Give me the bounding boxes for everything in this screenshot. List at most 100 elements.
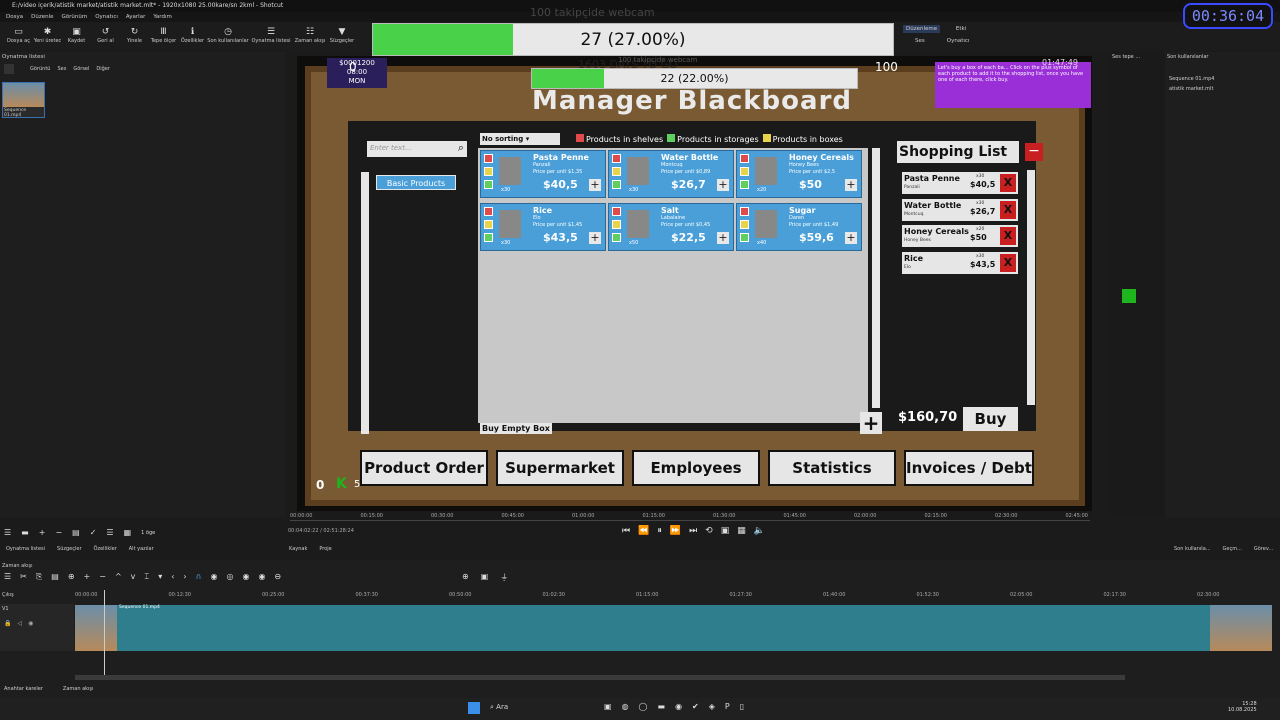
tab-statistics[interactable]: Statistics	[768, 450, 896, 486]
clear-list-icon[interactable]: −	[1025, 143, 1043, 161]
video-clip[interactable]: Sequence 01.mp4	[75, 605, 1272, 651]
menu-file[interactable]: Dosya	[6, 12, 23, 22]
taskbar-clock[interactable]: 15:28 10.08.2025	[1228, 701, 1257, 713]
cut-icon[interactable]: ✂	[20, 572, 27, 582]
properties-button[interactable]: ℹ Özellikler	[178, 22, 207, 50]
minus-icon[interactable]: −	[55, 528, 62, 538]
open-file-button[interactable]: ▭ Dosya aç	[4, 22, 33, 50]
remove-item-button[interactable]: X	[1000, 253, 1016, 272]
tab-filters[interactable]: Süzgeçler	[57, 546, 82, 552]
zoom-out-icon[interactable]: ⊖	[274, 572, 281, 582]
add-to-list-button[interactable]: +	[589, 232, 601, 244]
zoom-fit-icon[interactable]: ▣	[481, 572, 489, 583]
menu-view[interactable]: Görünüm	[61, 12, 87, 22]
tab-project[interactable]: Proje	[319, 546, 331, 552]
marker-icon[interactable]: ▾	[158, 572, 162, 582]
playlist-tab-other[interactable]: Diğer	[96, 66, 110, 72]
grid-scrollbar[interactable]	[872, 148, 880, 408]
recent-button[interactable]: ◷ Son kullanılanlar	[207, 22, 249, 50]
shopping-scrollbar[interactable]	[1027, 170, 1035, 405]
ripple-all-icon[interactable]: ◉	[242, 572, 249, 582]
layout-tab-audio[interactable]: Ses	[915, 38, 925, 44]
add-to-list-button[interactable]: +	[845, 179, 857, 191]
playlist-tab-video[interactable]: Görüntü	[30, 66, 50, 72]
rewind-icon[interactable]: ⏪	[638, 526, 649, 536]
new-generator-button[interactable]: ✱ Yeni üretec	[33, 22, 62, 50]
remove-item-button[interactable]: X	[1000, 227, 1016, 245]
tab-playlist[interactable]: Oynatma listesi	[6, 546, 45, 552]
add-to-list-button[interactable]: +	[845, 232, 857, 244]
tab-jobs[interactable]: Görev...	[1254, 546, 1273, 552]
recent-item[interactable]: Sequence 01.mp4	[1169, 76, 1214, 82]
premiere-icon[interactable]: P	[725, 702, 730, 711]
lift-icon[interactable]: ^	[115, 572, 122, 582]
track-header-v1[interactable]: V1 🔒 ◁ ◉	[0, 604, 74, 651]
tab-subtitles[interactable]: Alt yazılar	[129, 546, 154, 552]
timeline-add-icon[interactable]: +	[84, 572, 91, 582]
add-icon[interactable]: +	[39, 528, 46, 538]
menu-edit[interactable]: Düzenle	[31, 12, 53, 22]
opera-icon[interactable]: ◯	[639, 702, 648, 711]
tiles-view-icon[interactable]: ▦	[124, 528, 132, 538]
remove-item-button[interactable]: X	[1000, 174, 1016, 192]
layout-tab-player[interactable]: Oynatıcı	[947, 38, 970, 44]
zoom-in-icon[interactable]: ⊕	[462, 572, 469, 583]
playlist-tab-audio[interactable]: Ses	[57, 66, 66, 72]
playlist-button[interactable]: ☰ Oynatma listesi	[249, 22, 293, 50]
explorer-icon[interactable]: ▬	[658, 702, 666, 711]
timeline-button[interactable]: ☷ Zaman akışı	[293, 22, 327, 50]
add-to-list-button[interactable]: +	[589, 179, 601, 191]
update-icon[interactable]: ▤	[72, 528, 80, 538]
fast-forward-icon[interactable]: ⏩	[670, 526, 681, 536]
add-box-icon[interactable]: +	[860, 412, 882, 434]
task-view-icon[interactable]: ▣	[604, 702, 612, 711]
record-icon[interactable]: ⏚	[500, 572, 508, 583]
filters-button[interactable]: ▼ Süzgeçler	[327, 22, 357, 50]
tab-employees[interactable]: Employees	[632, 450, 760, 486]
view-toggle-icon[interactable]	[4, 64, 14, 74]
playlist-tab-image[interactable]: Görsel	[73, 66, 89, 72]
tab-invoices-debt[interactable]: Invoices / Debt	[904, 450, 1034, 486]
timeline-remove-icon[interactable]: −	[99, 572, 106, 582]
details-view-icon[interactable]: ☰	[106, 528, 113, 538]
add-to-list-button[interactable]: +	[717, 232, 729, 244]
zoom-icon[interactable]: ▣	[721, 526, 730, 536]
buy-empty-box-button[interactable]: Buy Empty Box	[480, 423, 552, 434]
save-button[interactable]: ▣ Kaydet	[62, 22, 91, 50]
obs-icon[interactable]: ◈	[709, 702, 715, 711]
buy-button[interactable]: Buy	[963, 407, 1018, 431]
redo-button[interactable]: ↻ Yinele	[120, 22, 149, 50]
prev-marker-icon[interactable]: ‹	[171, 572, 174, 582]
product-search-input[interactable]: Enter text... ⌕	[367, 141, 467, 157]
shotcut-icon[interactable]: ▯	[740, 702, 744, 711]
paste-icon[interactable]: ▤	[51, 572, 59, 582]
start-icon[interactable]	[468, 702, 480, 714]
next-marker-icon[interactable]: ›	[183, 572, 186, 582]
mute-icon[interactable]: ◁	[17, 620, 22, 627]
edge-icon[interactable]: ◍	[622, 702, 629, 711]
timeline-ruler[interactable]: 00:00:00 00:12:30 00:25:00 00:37:30 00:50:00…	[75, 592, 1272, 602]
tab-product-order[interactable]: Product Order	[360, 450, 488, 486]
check-icon[interactable]: ✓	[90, 528, 97, 538]
split-icon[interactable]: ⌶	[144, 572, 149, 582]
tab-keyframes[interactable]: Anahtar kareler	[4, 686, 43, 692]
ripple-markers-icon[interactable]: ◉	[258, 572, 265, 582]
discord-icon[interactable]: ◉	[675, 702, 682, 711]
player-timecode[interactable]: 00:04:02:22 / 02:51:28:24	[288, 528, 354, 534]
peak-meter-button[interactable]: Ⅲ Tepe ölçer	[149, 22, 178, 50]
ripple-icon[interactable]: ◎	[226, 572, 233, 582]
tab-supermarket[interactable]: Supermarket	[496, 450, 624, 486]
timeline-scrollbar[interactable]	[75, 675, 1125, 680]
taskbar-search[interactable]: ⌕ Ara	[490, 703, 508, 712]
menu-settings[interactable]: Ayarlar	[126, 12, 145, 22]
skip-next-icon[interactable]: ⏭	[689, 526, 697, 536]
undo-button[interactable]: ↺ Geri al	[91, 22, 120, 50]
steam-icon[interactable]: ✔	[692, 702, 699, 711]
tab-timeline[interactable]: Zaman akışı	[63, 686, 94, 692]
menu-player[interactable]: Oynatıcı	[95, 12, 118, 22]
snap-icon[interactable]: ∩	[196, 572, 202, 582]
tab-source[interactable]: Kaynak	[289, 546, 307, 552]
layout-tab-effects[interactable]: Etki	[956, 26, 966, 32]
pause-icon[interactable]: ⏸	[657, 526, 662, 536]
category-scrollbar[interactable]	[361, 172, 369, 434]
